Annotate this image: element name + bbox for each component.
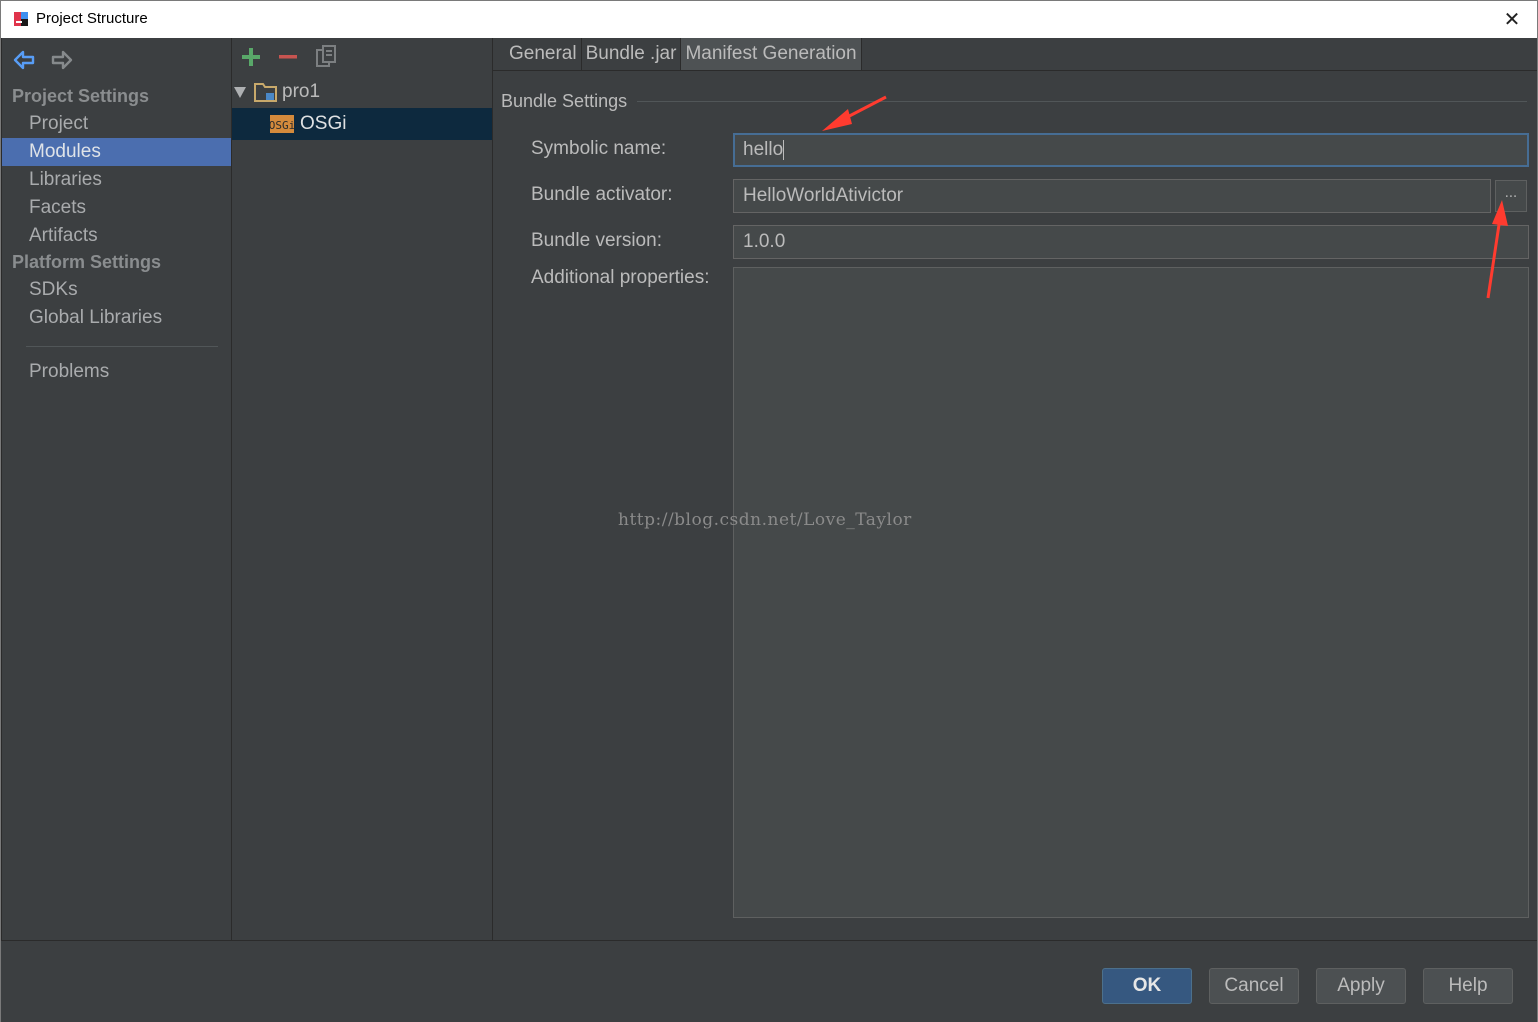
browse-activator-button[interactable]: ...: [1495, 180, 1527, 212]
project-settings-heading: Project Settings: [12, 86, 150, 106]
sidebar-item-artifacts[interactable]: Artifacts: [2, 222, 232, 250]
bundle-activator-label: Bundle activator:: [531, 184, 673, 205]
module-tree-panel: pro1 OSGi OSGi: [232, 38, 492, 940]
symbolic-name-label: Symbolic name:: [531, 138, 667, 159]
apply-button[interactable]: Apply: [1316, 968, 1406, 1004]
bundle-version-label: Bundle version:: [531, 230, 662, 251]
tree-node-pro1[interactable]: pro1: [232, 76, 492, 108]
sidebar-item-facets[interactable]: Facets: [2, 194, 232, 222]
tab-bundle-jar[interactable]: Bundle .jar: [582, 38, 682, 70]
bundle-activator-input[interactable]: HelloWorldAtivictor: [733, 179, 1491, 213]
tab-strip: General Bundle .jar Manifest Generation: [505, 38, 862, 70]
tab-general[interactable]: General: [505, 38, 582, 70]
platform-settings-heading: Platform Settings: [12, 252, 162, 272]
window-border-left: [0, 38, 1, 1022]
bundle-settings-heading: Bundle Settings: [501, 91, 628, 111]
sidebar-item-libraries[interactable]: Libraries: [2, 166, 232, 194]
additional-properties-textarea[interactable]: [733, 267, 1529, 918]
tab-underline: [493, 70, 1538, 71]
svg-text:OSGi: OSGi: [270, 119, 294, 132]
sidebar-item-global-libraries[interactable]: Global Libraries: [2, 304, 232, 332]
tree-toolbar: [232, 38, 492, 76]
plus-icon[interactable]: [238, 44, 264, 70]
close-window-button[interactable]: ✕: [1501, 7, 1523, 31]
module-folder-icon: [254, 83, 277, 102]
sidebar-item-sdks[interactable]: SDKs: [2, 276, 232, 304]
additional-properties-label: Additional properties:: [531, 267, 710, 288]
sidebar-item-modules[interactable]: Modules: [2, 138, 232, 166]
ok-button[interactable]: OK: [1102, 968, 1192, 1004]
text-cursor: [783, 139, 785, 160]
forward-arrow-icon[interactable]: [50, 48, 74, 72]
bundle-version-input[interactable]: 1.0.0: [733, 225, 1529, 259]
bundle-version-value: 1.0.0: [743, 231, 786, 252]
sidebar-item-project[interactable]: Project: [2, 110, 232, 138]
watermark-text: http://blog.csdn.net/Love_Taylor: [618, 510, 912, 530]
copy-icon[interactable]: [313, 44, 339, 70]
section-separator: [637, 101, 1527, 102]
sidebar-separator: [26, 346, 218, 347]
dialog-button-bar: OK Cancel Apply Help: [0, 940, 1538, 1022]
window-titlebar: Project Structure ✕: [0, 0, 1538, 38]
dialog-body: Project Settings Project Modules Librari…: [0, 38, 1538, 940]
settings-sidebar: Project Settings Project Modules Librari…: [1, 38, 232, 940]
cancel-button[interactable]: Cancel: [1209, 968, 1299, 1004]
module-settings-content: General Bundle .jar Manifest Generation …: [493, 38, 1538, 940]
intellij-app-icon: [14, 12, 28, 26]
window-title: Project Structure: [36, 10, 148, 27]
back-arrow-icon[interactable]: [12, 48, 36, 72]
tree-node-osgi[interactable]: OSGi OSGi: [232, 108, 492, 140]
osgi-facet-icon: OSGi: [270, 115, 294, 133]
help-button[interactable]: Help: [1423, 968, 1513, 1004]
minus-icon[interactable]: [275, 44, 301, 70]
symbolic-name-input[interactable]: hello: [733, 133, 1529, 167]
triangle-down-icon[interactable]: [232, 84, 248, 100]
symbolic-name-value: hello: [743, 139, 784, 160]
close-icon: ✕: [1503, 7, 1521, 31]
bundle-activator-value: HelloWorldAtivictor: [743, 185, 904, 206]
tab-manifest-generation[interactable]: Manifest Generation: [681, 38, 862, 70]
tree-node-label: OSGi: [300, 113, 347, 134]
tree-node-label: pro1: [282, 81, 321, 102]
sidebar-item-problems[interactable]: Problems: [2, 358, 232, 386]
